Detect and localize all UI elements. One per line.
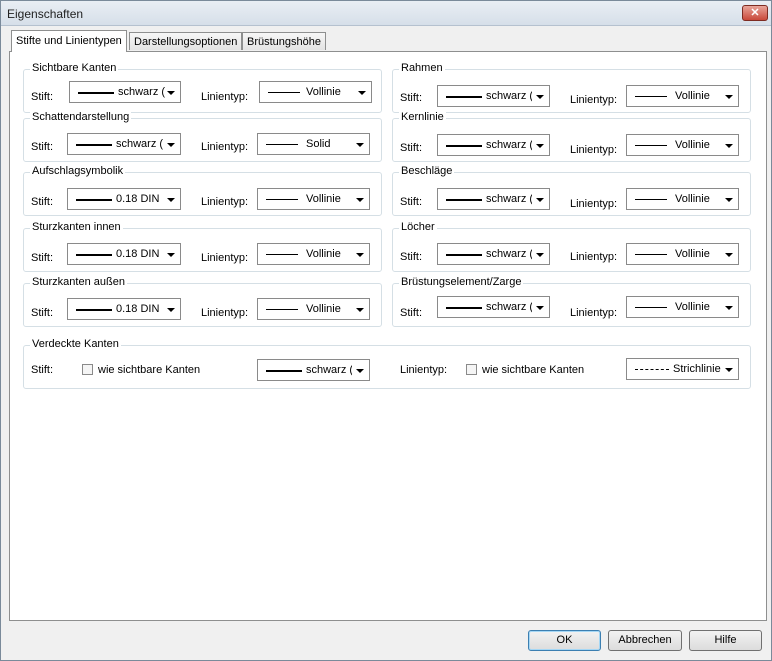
linientyp-label: Linientyp:: [570, 251, 618, 263]
title-bar[interactable]: Eigenschaften ✕: [1, 1, 771, 26]
line-select-kernlinie[interactable]: Vollinie: [626, 134, 739, 156]
same-line-checkbox[interactable]: [466, 364, 477, 375]
line-select-verdeckte-kanten[interactable]: Strichlinie: [626, 358, 739, 380]
pen-select-beschlaege[interactable]: schwarz (: [437, 188, 550, 210]
chevron-down-icon: [356, 308, 364, 312]
pen-select-sturzkanten-aussen[interactable]: 0.18 DIN: [67, 298, 181, 320]
line-select-rahmen[interactable]: Vollinie: [626, 85, 739, 107]
chevron-down-icon: [536, 306, 544, 310]
group-label: Kernlinie: [399, 111, 446, 123]
group-label: Sturzkanten außen: [30, 276, 127, 288]
pen-select-sturzkanten-innen[interactable]: 0.18 DIN: [67, 243, 181, 265]
window-title: Eigenschaften: [7, 7, 84, 21]
same-pen-label: wie sichtbare Kanten: [98, 364, 201, 376]
tab-darstellungsoptionen[interactable]: Darstellungsoptionen: [129, 32, 243, 50]
linientyp-label: Linientyp:: [570, 307, 618, 319]
chevron-down-icon: [356, 143, 364, 147]
chevron-down-icon: [725, 368, 733, 372]
group-label: Verdeckte Kanten: [30, 338, 121, 350]
group-label: Schattendarstellung: [30, 111, 132, 123]
tab-bruestungshoehe[interactable]: Brüstungshöhe: [242, 32, 326, 50]
stift-label: Stift:: [31, 364, 54, 376]
linientyp-label: Linientyp:: [201, 307, 249, 319]
linientyp-label: Linientyp:: [570, 94, 618, 106]
chevron-down-icon: [356, 253, 364, 257]
chevron-down-icon: [725, 144, 733, 148]
stift-label: Stift:: [400, 196, 423, 208]
linientyp-label: Linientyp:: [201, 196, 249, 208]
stift-label: Stift:: [31, 91, 54, 103]
line-select-bruestungselement-zarge[interactable]: Vollinie: [626, 296, 739, 318]
chevron-down-icon: [358, 91, 366, 95]
pen-select-kernlinie[interactable]: schwarz (: [437, 134, 550, 156]
chevron-down-icon: [725, 253, 733, 257]
help-button[interactable]: Hilfe: [689, 630, 762, 651]
group-label: Sturzkanten innen: [30, 221, 123, 233]
pen-select-bruestungselement-zarge[interactable]: schwarz (: [437, 296, 550, 318]
line-select-aufschlagsymbolik[interactable]: Vollinie: [257, 188, 370, 210]
line-select-loecher[interactable]: Vollinie: [626, 243, 739, 265]
chevron-down-icon: [167, 198, 175, 202]
pen-select-rahmen[interactable]: schwarz (: [437, 85, 550, 107]
group-label: Löcher: [399, 221, 437, 233]
group-label: Brüstungselement/Zarge: [399, 276, 524, 288]
chevron-down-icon: [167, 91, 175, 95]
linientyp-label: Linientyp:: [201, 141, 249, 153]
same-pen-checkbox[interactable]: [82, 364, 93, 375]
chevron-down-icon: [536, 253, 544, 257]
stift-label: Stift:: [400, 142, 423, 154]
line-select-sturzkanten-innen[interactable]: Vollinie: [257, 243, 370, 265]
pen-select-loecher[interactable]: schwarz (: [437, 243, 550, 265]
group-label: Rahmen: [399, 62, 445, 74]
stift-label: Stift:: [31, 307, 54, 319]
stift-label: Stift:: [31, 252, 54, 264]
group-label: Aufschlagsymbolik: [30, 165, 126, 177]
tab-stifte-und-linientypen[interactable]: Stifte und Linientypen: [11, 30, 127, 52]
close-icon[interactable]: ✕: [742, 5, 768, 21]
pen-select-aufschlagsymbolik[interactable]: 0.18 DIN: [67, 188, 181, 210]
pen-select-verdeckte-kanten[interactable]: schwarz (: [257, 359, 370, 381]
pen-select-sichtbare-kanten[interactable]: schwarz (: [69, 81, 181, 103]
line-select-beschlaege[interactable]: Vollinie: [626, 188, 739, 210]
chevron-down-icon: [356, 369, 364, 373]
same-line-label: wie sichtbare Kanten: [482, 364, 585, 376]
line-select-sichtbare-kanten[interactable]: Vollinie: [259, 81, 372, 103]
ok-button[interactable]: OK: [528, 630, 601, 651]
chevron-down-icon: [725, 306, 733, 310]
pen-select-schattendarstellung[interactable]: schwarz (: [67, 133, 181, 155]
stift-label: Stift:: [400, 92, 423, 104]
group-label: Beschläge: [399, 165, 455, 177]
line-select-schattendarstellung[interactable]: Solid: [257, 133, 370, 155]
chevron-down-icon: [725, 95, 733, 99]
chevron-down-icon: [725, 198, 733, 202]
linientyp-label: Linientyp:: [400, 364, 448, 376]
stift-label: Stift:: [400, 251, 423, 263]
group-label: Sichtbare Kanten: [30, 62, 119, 74]
dialog-window: Eigenschaften ✕ Stifte und Linientypen D…: [0, 0, 772, 661]
linientyp-label: Linientyp:: [201, 91, 249, 103]
chevron-down-icon: [536, 95, 544, 99]
chevron-down-icon: [536, 198, 544, 202]
chevron-down-icon: [356, 198, 364, 202]
chevron-down-icon: [167, 143, 175, 147]
chevron-down-icon: [167, 308, 175, 312]
line-select-sturzkanten-aussen[interactable]: Vollinie: [257, 298, 370, 320]
linientyp-label: Linientyp:: [570, 198, 618, 210]
chevron-down-icon: [536, 144, 544, 148]
linientyp-label: Linientyp:: [201, 252, 249, 264]
stift-label: Stift:: [31, 196, 54, 208]
stift-label: Stift:: [31, 141, 54, 153]
chevron-down-icon: [167, 253, 175, 257]
stift-label: Stift:: [400, 307, 423, 319]
linientyp-label: Linientyp:: [570, 144, 618, 156]
cancel-button[interactable]: Abbrechen: [608, 630, 682, 651]
